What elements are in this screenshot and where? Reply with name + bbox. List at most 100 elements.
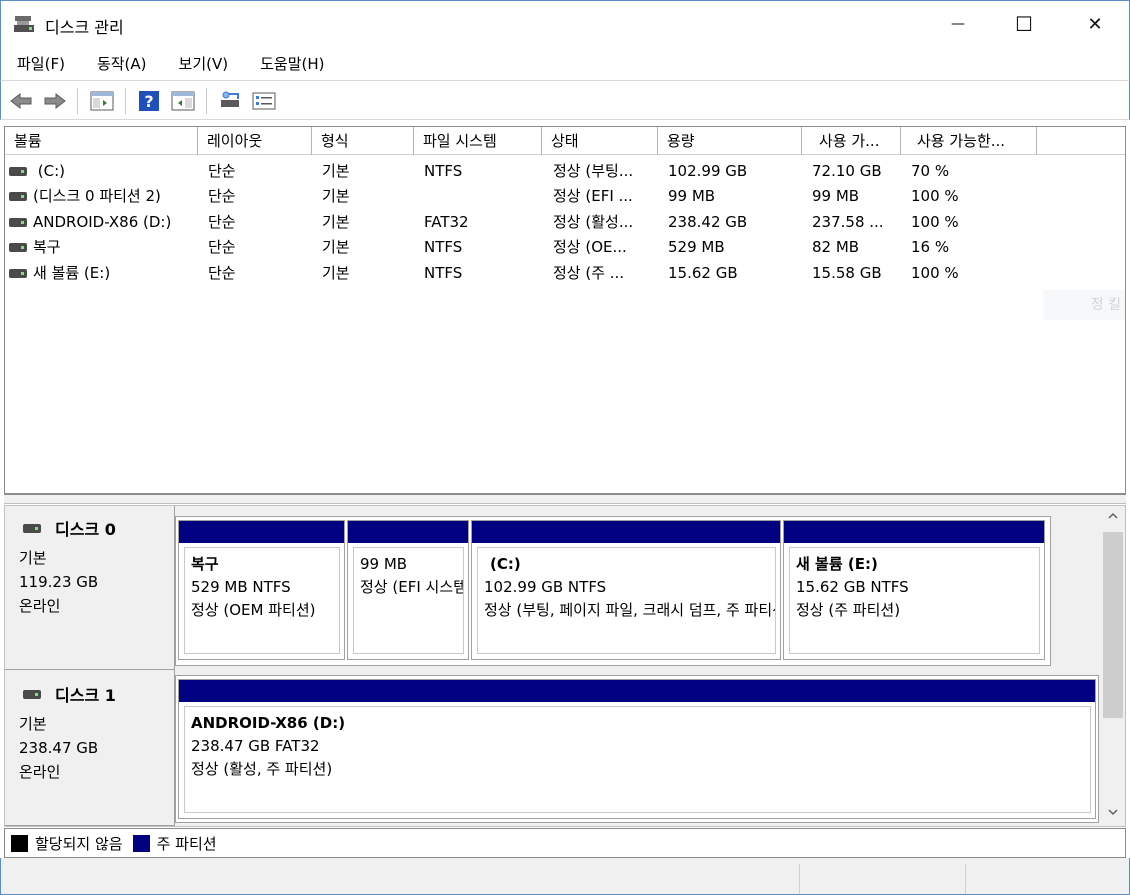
partition-name: 새 볼륨 (E:): [796, 555, 878, 573]
toolbar-separator: [206, 88, 207, 114]
disk-0-name: 디스크 0: [19, 516, 174, 540]
column-header-layout[interactable]: 레이아웃: [198, 127, 312, 155]
partition-details: 99 MB 정상 (EFI 시스템 파티션): [353, 547, 464, 654]
graphical-pane-scrollbar[interactable]: [1101, 506, 1125, 826]
partition-size-fs: 102.99 GB NTFS: [484, 578, 607, 596]
capacity-cell: 238.42 GB: [668, 213, 748, 231]
close-button[interactable]: ✕: [1072, 1, 1118, 47]
close-icon: ✕: [1087, 13, 1103, 35]
partition-d[interactable]: ANDROID-X86 (D:) 238.47 GB FAT32 정상 (활성,…: [178, 679, 1096, 819]
free-space-cell: 82 MB: [812, 238, 860, 256]
percent-free-cell: 100 %: [911, 213, 959, 231]
partition-recovery[interactable]: 복구 529 MB NTFS 정상 (OEM 파티션): [178, 520, 345, 660]
percent-free-cell: 70 %: [911, 162, 950, 180]
partition-c[interactable]: (C:) 102.99 GB NTFS 정상 (부팅, 페이지 파일, 크래시 …: [471, 520, 781, 660]
status-cell: 정상 (부팅...: [553, 162, 634, 180]
column-header-free-space[interactable]: 사용 가...: [802, 127, 901, 155]
disk-1-label[interactable]: 디스크 1 기본 238.47 GB 온라인: [5, 670, 175, 826]
status-cell: 정상 (OE...: [553, 238, 627, 256]
partition-status: 정상 (활성, 주 파티션): [191, 760, 333, 778]
layout-cell: 단순: [208, 187, 236, 205]
menu-view[interactable]: 보기(V): [171, 53, 237, 74]
layout-cell: 단순: [208, 264, 236, 282]
legend-label: 주 파티션: [156, 834, 217, 853]
unallocated-swatch: [11, 834, 28, 852]
volume-row[interactable]: (디스크 0 파티션 2) 단순 기본 정상 (EFI ... 99 MB 99…: [5, 184, 1125, 209]
drive-icon: [9, 243, 27, 252]
percent-free-cell: 100 %: [911, 264, 959, 282]
maximize-icon: ☐: [1015, 12, 1033, 36]
disk-1-kind: 기본: [19, 715, 47, 733]
toolbar: ?: [0, 80, 1130, 120]
disk-0-kind: 기본: [19, 549, 47, 567]
menu-action[interactable]: 동작(A): [89, 53, 155, 74]
status-cell: 정상 (활성...: [553, 213, 634, 231]
type-cell: 기본: [322, 264, 350, 282]
volume-row[interactable]: 복구 단순 기본 NTFS 정상 (OE... 529 MB 82 MB 16 …: [5, 235, 1125, 260]
column-header-type[interactable]: 형식: [312, 127, 414, 155]
status-bar: [0, 858, 1130, 895]
partition-legend: 할당되지 않음 주 파티션: [4, 828, 1126, 858]
column-header-percent-free[interactable]: 사용 가능한...: [901, 127, 1037, 155]
disk-0-label[interactable]: 디스크 0 기본 119.23 GB 온라인: [5, 506, 175, 670]
legend-label: 할당되지 않음: [35, 834, 123, 853]
back-button[interactable]: [8, 89, 34, 113]
menu-help[interactable]: 도움말(H): [252, 53, 332, 74]
legend-primary: 주 파티션: [132, 833, 217, 854]
chevron-down-icon: [1108, 809, 1118, 816]
partition-status: 정상 (부팅, 페이지 파일, 크래시 덤프, 주 파티션): [484, 601, 776, 619]
show-console-tree-button[interactable]: [89, 89, 115, 113]
column-header-capacity[interactable]: 용량: [658, 127, 802, 155]
primary-partition-bar: [784, 521, 1044, 543]
primary-partition-bar: [472, 521, 780, 543]
drive-icon: [23, 689, 41, 699]
capacity-cell: 15.62 GB: [668, 264, 738, 282]
layout-cell: 단순: [208, 213, 236, 231]
help-button[interactable]: ?: [136, 89, 162, 113]
partition-details: 복구 529 MB NTFS 정상 (OEM 파티션): [184, 547, 340, 654]
scroll-down-button[interactable]: [1101, 804, 1125, 824]
maximize-button[interactable]: ☐: [1001, 1, 1047, 47]
back-arrow-icon: [10, 92, 32, 110]
partition-status: 정상 (OEM 파티션): [191, 601, 316, 619]
chevron-up-icon: [1108, 512, 1118, 519]
capacity-cell: 529 MB: [668, 238, 725, 256]
forward-button[interactable]: [42, 89, 68, 113]
volume-row[interactable]: ANDROID-X86 (D:) 단순 기본 FAT32 정상 (활성... 2…: [5, 210, 1125, 235]
volume-name-cell: 새 볼륨 (E:): [9, 261, 199, 286]
column-header-volume[interactable]: 볼륨: [5, 127, 198, 155]
free-space-cell: 72.10 GB: [812, 162, 882, 180]
partition-size-fs: 15.62 GB NTFS: [796, 578, 909, 596]
type-cell: 기본: [322, 162, 350, 180]
toolbar-separator: [125, 88, 126, 114]
menu-file[interactable]: 파일(F): [9, 53, 73, 74]
partition-name: (C:): [490, 555, 521, 573]
rescan-disks-button[interactable]: [217, 89, 243, 113]
column-header-file-system[interactable]: 파일 시스템: [414, 127, 542, 155]
partition-e[interactable]: 새 볼륨 (E:) 15.62 GB NTFS 정상 (주 파티션): [783, 520, 1045, 660]
drive-icon: [9, 167, 27, 176]
file-system-cell: NTFS: [424, 162, 463, 180]
partition-details: (C:) 102.99 GB NTFS 정상 (부팅, 페이지 파일, 크래시 …: [477, 547, 776, 654]
layout-cell: 단순: [208, 162, 236, 180]
pane-splitter[interactable]: [4, 494, 1126, 504]
partition-size-fs: 529 MB NTFS: [191, 578, 291, 596]
volume-row[interactable]: (C:) 단순 기본 NTFS 정상 (부팅... 102.99 GB 72.1…: [5, 159, 1125, 184]
scroll-up-button[interactable]: [1101, 508, 1125, 528]
free-space-cell: 237.58 ...: [812, 213, 884, 231]
properties-panel-icon: [171, 91, 195, 111]
disk-1-name: 디스크 1: [19, 682, 174, 706]
partition-efi[interactable]: 99 MB 정상 (EFI 시스템 파티션): [347, 520, 469, 660]
partition-status: 정상 (주 파티션): [796, 601, 901, 619]
minimize-button[interactable]: —: [935, 1, 981, 47]
volume-name-cell: (C:): [9, 159, 199, 184]
partition-size-fs: 238.47 GB FAT32: [191, 737, 320, 755]
volume-row[interactable]: 새 볼륨 (E:) 단순 기본 NTFS 정상 (주 ... 15.62 GB …: [5, 261, 1125, 286]
scroll-thumb[interactable]: [1103, 532, 1123, 718]
primary-partition-bar: [179, 680, 1095, 702]
show-action-pane-button[interactable]: [170, 89, 196, 113]
window-title: 디스크 관리: [45, 18, 124, 37]
properties-button[interactable]: [251, 89, 277, 113]
column-header-status[interactable]: 상태: [542, 127, 658, 155]
console-tree-icon: [90, 91, 114, 111]
